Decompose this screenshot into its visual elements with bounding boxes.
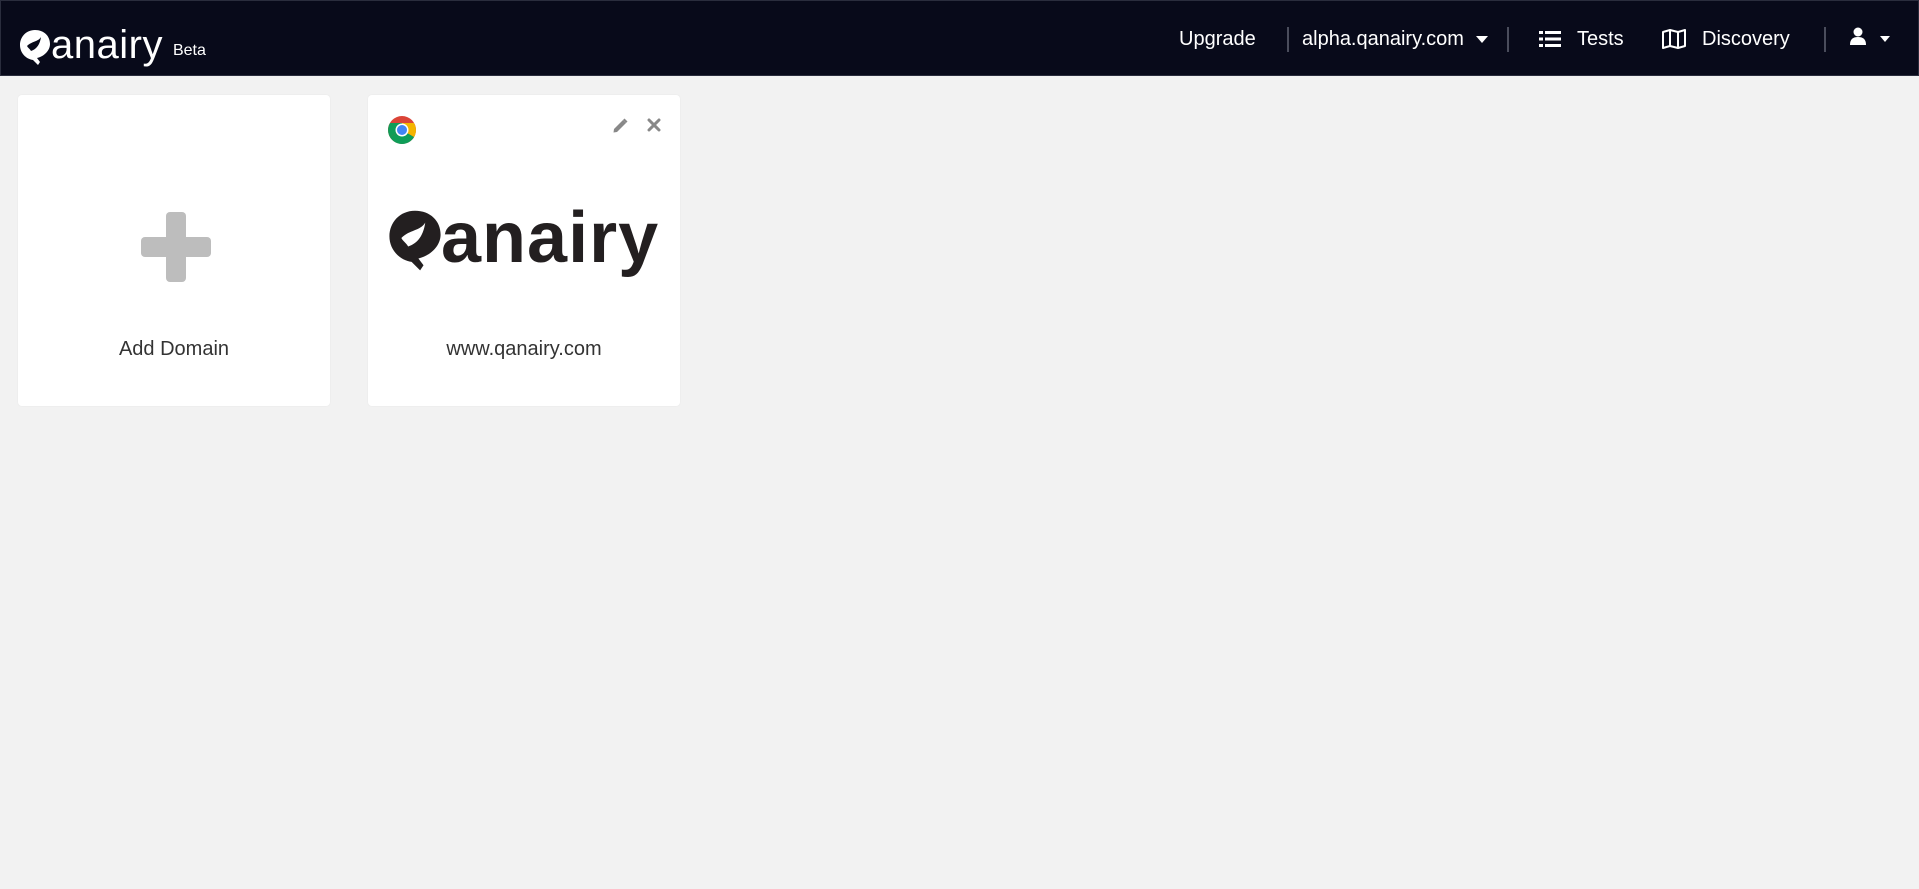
brand-logo: anairy (18, 25, 163, 65)
brand-name: anairy (51, 23, 163, 67)
caret-down-icon (1880, 36, 1890, 42)
discovery-label: Discovery (1702, 27, 1790, 50)
close-icon[interactable] (647, 118, 661, 132)
domain-selector[interactable]: alpha.qanairy.com (1302, 1, 1488, 77)
navbar-divider (1287, 27, 1289, 52)
top-navbar: anairy Beta Upgrade alpha.qanairy.com Te… (0, 0, 1919, 76)
tests-label: Tests (1577, 27, 1624, 50)
domain-selector-value: alpha.qanairy.com (1302, 27, 1464, 50)
user-menu[interactable] (1850, 1, 1890, 77)
add-domain-card[interactable]: Add Domain (18, 95, 330, 406)
beta-badge: Beta (172, 42, 206, 59)
list-icon (1539, 30, 1561, 48)
bird-q-logo-icon (389, 210, 441, 271)
brand[interactable]: anairy Beta (18, 21, 206, 65)
pencil-icon[interactable] (612, 118, 628, 134)
upgrade-label: Upgrade (1179, 27, 1256, 50)
bird-q-logo-icon (20, 30, 50, 65)
chrome-icon (388, 116, 416, 144)
domain-url-label: www.qanairy.com (446, 338, 602, 360)
upgrade-link[interactable]: Upgrade (1179, 1, 1256, 77)
add-domain-label: Add Domain (118, 338, 230, 360)
domain-card[interactable]: anairy www.qanairy.com (368, 95, 680, 406)
domain-logo-word: anairy (441, 198, 660, 278)
discovery-link[interactable]: Discovery (1662, 1, 1790, 77)
tests-link[interactable]: Tests (1539, 1, 1624, 77)
domain-logo: anairy (386, 198, 660, 278)
map-icon (1662, 29, 1686, 49)
user-icon (1850, 27, 1866, 51)
plus-icon (141, 212, 211, 282)
navbar-divider (1824, 27, 1826, 52)
caret-down-icon (1475, 35, 1488, 43)
navbar-divider (1507, 27, 1509, 52)
